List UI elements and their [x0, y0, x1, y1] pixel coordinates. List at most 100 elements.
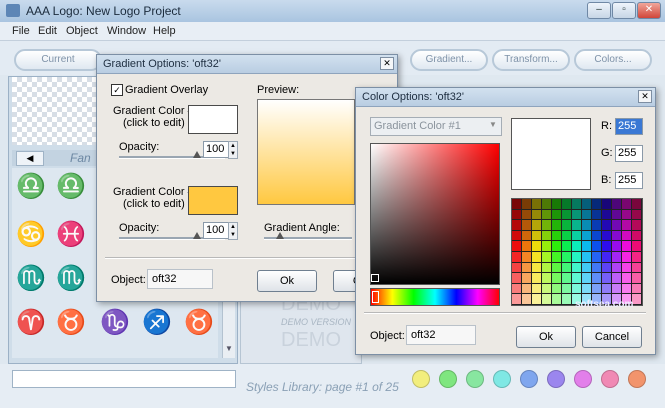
palette-cell[interactable] [612, 230, 621, 241]
scroll-left-icon[interactable]: ◀ [16, 151, 44, 166]
palette-cell[interactable] [512, 273, 521, 283]
color-source-select[interactable]: Gradient Color #1 ▼ [370, 117, 502, 136]
palette-cell[interactable] [612, 283, 621, 294]
palette-cell[interactable] [592, 220, 601, 230]
palette-cell[interactable] [582, 209, 591, 220]
palette-cell[interactable] [532, 220, 541, 230]
minimize-button[interactable]: – [587, 2, 611, 19]
close-icon[interactable]: ✕ [380, 57, 394, 70]
colors-button[interactable]: Colors... [574, 49, 652, 71]
ok-button[interactable]: Ok [257, 270, 317, 292]
palette-cell[interactable] [592, 273, 601, 283]
palette-cell[interactable] [562, 241, 571, 251]
current-button[interactable]: Current [14, 49, 102, 71]
palette-cell[interactable] [582, 241, 591, 251]
palette-cell[interactable] [512, 262, 521, 273]
palette-cell[interactable] [592, 209, 601, 220]
palette-cell[interactable] [522, 283, 531, 294]
library-symbol[interactable]: ♏ [54, 264, 88, 294]
gradient-color-2-swatch[interactable] [188, 186, 238, 215]
palette-cell[interactable] [522, 209, 531, 220]
style-swatch[interactable] [493, 370, 511, 388]
palette-cell[interactable] [612, 209, 621, 220]
palette-cell[interactable] [622, 199, 631, 209]
palette-cell[interactable] [522, 273, 531, 283]
palette-cell[interactable] [602, 241, 611, 251]
saturation-value-picker[interactable] [370, 143, 500, 285]
gradient-button[interactable]: Gradient... [410, 49, 488, 71]
maximize-button[interactable]: ▫ [612, 2, 636, 19]
palette-cell[interactable] [542, 209, 551, 220]
picker-cursor[interactable] [371, 274, 379, 282]
library-symbol[interactable]: ♓ [54, 220, 88, 250]
opacity2-spinner[interactable]: ▲ ▼ [228, 222, 238, 240]
palette-cell[interactable] [592, 252, 601, 262]
palette-cell[interactable] [632, 283, 641, 294]
palette-cell[interactable] [552, 283, 561, 294]
hue-slider[interactable] [370, 288, 500, 306]
palette-cell[interactable] [602, 230, 611, 241]
palette-cell[interactable] [572, 241, 581, 251]
palette-cell[interactable] [572, 209, 581, 220]
palette-cell[interactable] [572, 273, 581, 283]
palette-cell[interactable] [592, 262, 601, 273]
style-swatch[interactable] [412, 370, 430, 388]
b-input[interactable]: 255 [615, 172, 643, 189]
palette-cell[interactable] [582, 262, 591, 273]
palette-cell[interactable] [512, 252, 521, 262]
library-symbol[interactable]: ♎ [54, 172, 88, 202]
palette-cell[interactable] [612, 220, 621, 230]
palette-cell[interactable] [522, 241, 531, 251]
palette-cell[interactable] [552, 294, 561, 304]
palette-cell[interactable] [632, 262, 641, 273]
palette-cell[interactable] [612, 273, 621, 283]
palette-cell[interactable] [622, 209, 631, 220]
palette-cell[interactable] [582, 273, 591, 283]
palette-cell[interactable] [522, 252, 531, 262]
palette-cell[interactable] [602, 199, 611, 209]
palette-cell[interactable] [632, 230, 641, 241]
palette-cell[interactable] [542, 294, 551, 304]
palette-cell[interactable] [532, 241, 541, 251]
palette-cell[interactable] [552, 209, 561, 220]
menu-object[interactable]: Object [66, 25, 98, 37]
menu-edit[interactable]: Edit [38, 25, 57, 37]
palette-cell[interactable] [512, 220, 521, 230]
library-symbol[interactable]: ♐ [140, 308, 174, 338]
palette-cell[interactable] [552, 262, 561, 273]
palette-cell[interactable] [512, 283, 521, 294]
r-input[interactable]: 255 [615, 118, 643, 135]
opacity2-slider-thumb[interactable] [193, 232, 201, 239]
palette-cell[interactable] [592, 230, 601, 241]
palette-cell[interactable] [582, 252, 591, 262]
palette-cell[interactable] [582, 199, 591, 209]
palette-cell[interactable] [572, 199, 581, 209]
palette-cell[interactable] [582, 220, 591, 230]
library-symbol[interactable]: ♉ [54, 308, 88, 338]
gradient-color-1-swatch[interactable] [188, 105, 238, 134]
palette-cell[interactable] [572, 283, 581, 294]
palette-cell[interactable] [552, 230, 561, 241]
palette-cell[interactable] [522, 230, 531, 241]
library-symbol[interactable]: ♑ [98, 308, 132, 338]
palette-cell[interactable] [532, 199, 541, 209]
style-swatch[interactable] [547, 370, 565, 388]
menu-window[interactable]: Window [107, 25, 146, 37]
palette-cell[interactable] [522, 262, 531, 273]
palette-cell[interactable] [562, 220, 571, 230]
color-palette-grid[interactable] [511, 198, 643, 306]
palette-cell[interactable] [622, 283, 631, 294]
palette-cell[interactable] [602, 209, 611, 220]
palette-cell[interactable] [582, 230, 591, 241]
palette-cell[interactable] [632, 199, 641, 209]
palette-cell[interactable] [512, 199, 521, 209]
palette-cell[interactable] [542, 273, 551, 283]
palette-cell[interactable] [532, 273, 541, 283]
ok-button[interactable]: Ok [516, 326, 576, 348]
palette-cell[interactable] [572, 252, 581, 262]
palette-cell[interactable] [632, 209, 641, 220]
gradient-overlay-checkbox[interactable]: ✓ [111, 84, 123, 96]
palette-cell[interactable] [562, 283, 571, 294]
palette-cell[interactable] [592, 283, 601, 294]
palette-cell[interactable] [632, 273, 641, 283]
